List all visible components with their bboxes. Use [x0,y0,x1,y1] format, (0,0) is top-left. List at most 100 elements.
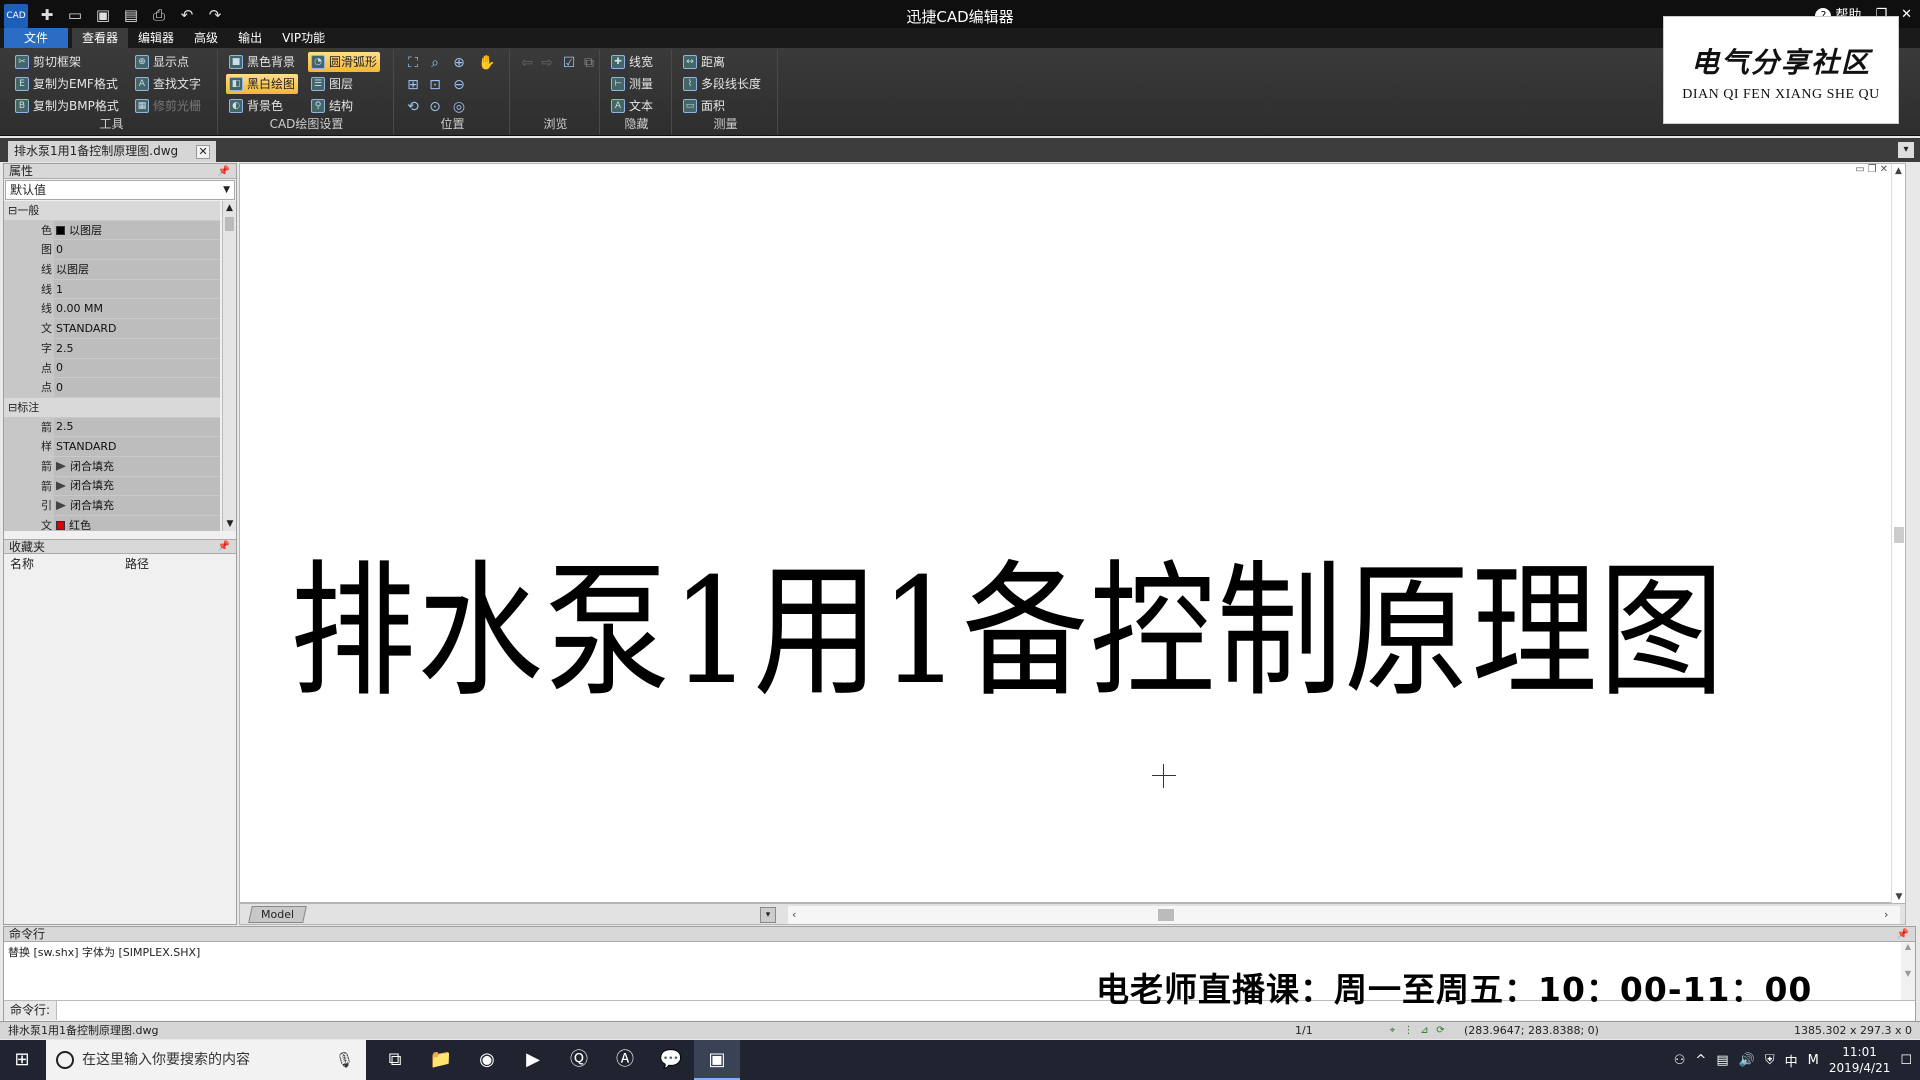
snap-icon[interactable]: ⌖ [1386,1024,1399,1037]
property-value[interactable]: STANDARD [54,319,220,338]
area-button[interactable]: ▭ 面积 [680,96,728,116]
scroll-up-icon[interactable]: ▲ [1892,164,1905,178]
ime-indicator[interactable]: 中 [1785,1051,1798,1070]
pin-icon[interactable]: 📌 [218,164,230,179]
people-icon[interactable]: ⚇ [1674,1053,1686,1068]
menu-file[interactable]: 文件 [4,28,69,48]
property-row[interactable]: 线 0.00 MM [4,299,220,320]
scroll-left-icon[interactable]: ‹ [792,906,804,924]
tab-vip[interactable]: VIP功能 [272,28,335,48]
view-dropdown-icon[interactable]: ◎ [450,98,468,116]
line-width-button[interactable]: ✚ 线宽 [608,52,656,72]
property-value[interactable]: 0 [54,358,220,378]
select-icon[interactable]: ☑ [560,54,578,72]
property-row[interactable]: 线以图层 [4,260,220,280]
property-value[interactable]: 0 [54,240,220,260]
scroll-thumb[interactable] [225,217,234,231]
zoom-out-icon[interactable]: ⊖ [450,76,468,94]
scroll-right-icon[interactable]: › [1884,906,1896,924]
canvas-scroll-thumb[interactable] [1894,527,1904,543]
property-value[interactable]: 红色 [54,516,220,531]
properties-selector[interactable]: 默认值 ▼ [5,180,235,200]
property-value[interactable]: 以图层 [54,220,220,240]
scroll-down-icon[interactable]: ▼ [1892,890,1906,904]
zoom-all-icon[interactable]: ⊡ [426,76,444,94]
command-pin-icon[interactable]: 📌 [1897,927,1909,942]
security-icon[interactable]: ⛨ [1765,1053,1775,1068]
black-bg-button[interactable]: ■ 黑色背景 [226,52,298,72]
layers-button[interactable]: ☰ 图层 [308,74,356,94]
layouts-dropdown-icon[interactable]: ▾ [760,907,776,923]
property-value[interactable]: 闭合填充 [54,476,220,496]
property-row[interactable]: 文 STANDARD [4,319,220,339]
zoom-in-icon[interactable]: ⊕ [450,54,468,72]
drawing-canvas[interactable]: ▭❐✕ 排水泵1用1备控制原理图 ▲ ▼ [239,163,1906,904]
find-text-button[interactable]: A 查找文字 [132,74,204,94]
show-points-button[interactable]: ⊕ 显示点 [132,52,192,72]
canvas-vertical-scrollbar[interactable]: ▲ ▼ [1891,164,1905,904]
trim-raster-button[interactable]: ▦ 修剪光栅 [132,96,204,116]
bg-color-button[interactable]: ◐ 背景色 [226,96,286,116]
favorites-col-path[interactable]: 路径 [119,554,234,574]
cad-editor-taskbar-icon[interactable]: ▣ [694,1040,740,1080]
command-output-scrollbar[interactable]: ▲ ▼ [1901,942,1915,1000]
ime-mode-icon[interactable]: M [1808,1053,1819,1068]
polar-icon[interactable]: ⟳ [1434,1024,1447,1037]
task-view-icon[interactable]: ⧉ [372,1040,418,1080]
windows-start-icon[interactable]: ⊞ [10,1048,34,1072]
notification-icon[interactable]: ☐ [1900,1053,1912,1068]
property-row[interactable]: 文 红色 [4,516,220,531]
property-value[interactable]: 0 [54,378,220,397]
distance-button[interactable]: ↔ 距离 [680,52,728,72]
zoom-extents-icon[interactable]: ⛶ [404,54,422,72]
property-value[interactable] [54,201,220,220]
copy-bmp-button[interactable]: B 复制为BMP格式 [12,96,122,116]
browser-icon[interactable]: ◉ [464,1040,510,1080]
property-category[interactable]: ⊟一般 [4,201,220,221]
property-value[interactable]: 1 [54,279,220,299]
zoom-previous-icon[interactable]: ⊙ [426,98,444,116]
property-value[interactable]: 闭合填充 [54,496,220,515]
property-row[interactable]: 引 闭合填充 [4,496,220,516]
document-tab[interactable]: 排水泵1用1备控制原理图.dwg ✕ [8,141,217,162]
tab-editor[interactable]: 编辑器 [128,28,184,48]
qq-browser-icon[interactable]: Ⓠ [556,1040,602,1080]
rotate-icon[interactable]: ⟲ [404,98,422,116]
property-row[interactable]: 点0 [4,378,220,398]
pan-hand-icon[interactable]: ✋ [478,54,496,72]
property-value[interactable]: 闭合填充 [54,456,220,476]
properties-scrollbar[interactable]: ▲ ▼ [222,201,236,531]
tray-expand-icon[interactable]: ^ [1695,1053,1706,1068]
favorites-col-name[interactable]: 名称 [4,554,119,574]
back-icon[interactable]: ⇦ [518,54,536,72]
scroll-down-icon[interactable]: ▼ [223,517,236,531]
close-icon[interactable]: ✕ [1901,7,1912,22]
volume-icon[interactable]: 🔊 [1739,1053,1755,1068]
cut-frame-button[interactable]: ✂ 剪切框架 [12,52,84,72]
tab-output[interactable]: 输出 [228,28,272,48]
network-icon[interactable]: ▤ [1716,1053,1728,1068]
property-value[interactable]: STANDARD [54,437,220,456]
property-value[interactable]: 以图层 [54,260,220,279]
fit-icon[interactable]: ⊞ [404,76,422,94]
property-value[interactable]: 2.5 [54,417,220,437]
autocad-icon[interactable]: Ⓐ [602,1040,648,1080]
close-tab-icon[interactable]: ✕ [196,144,211,159]
copy-view-icon[interactable]: ⧉ [580,54,598,72]
hide-text-button[interactable]: A 文本 [608,96,656,116]
property-row[interactable]: 点0 [4,358,220,379]
property-row[interactable]: 箭 2.5 [4,417,220,438]
property-value[interactable]: 2.5 [54,338,220,358]
taskbar-search[interactable]: 在这里输入你要搜索的内容 🎙 [46,1040,366,1080]
file-explorer-icon[interactable]: 📁 [418,1040,464,1080]
tab-list-dropdown-icon[interactable]: ▾ [1898,142,1914,158]
property-row[interactable]: 箭 闭合填充 [4,456,220,477]
tab-advanced[interactable]: 高级 [184,28,228,48]
property-row[interactable]: 样 STANDARD [4,437,220,457]
property-row[interactable]: 图0 [4,240,220,261]
hide-measure-button[interactable]: ⊢ 测量 [608,74,656,94]
scroll-up-icon[interactable]: ▲ [223,201,236,215]
wechat-icon[interactable]: 💬 [648,1040,694,1080]
ortho-icon[interactable]: ⊿ [1418,1024,1431,1037]
property-row[interactable]: 线1 [4,279,220,300]
